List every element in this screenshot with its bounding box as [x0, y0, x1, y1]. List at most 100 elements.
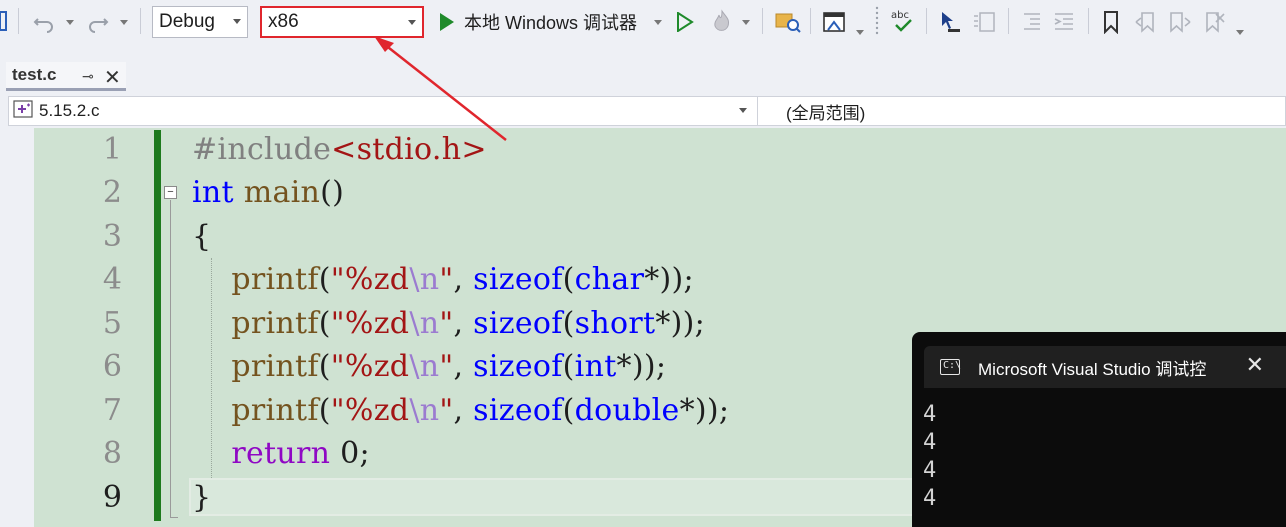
code-token: \n: [409, 262, 440, 297]
code-line[interactable]: printf("%zd\n", sizeof(short*));: [192, 306, 705, 341]
code-token: (: [562, 262, 575, 297]
window-layout-icon[interactable]: [820, 8, 848, 36]
code-token: ,: [453, 349, 474, 384]
code-token: \n: [409, 306, 440, 341]
code-line[interactable]: printf("%zd\n", sizeof(char*));: [192, 262, 694, 297]
outline-line: [170, 200, 171, 518]
code-token: "%zd: [330, 306, 410, 341]
code-line[interactable]: }: [192, 480, 211, 515]
undo-dropdown-icon[interactable]: [66, 20, 74, 25]
code-line[interactable]: printf("%zd\n", sizeof(double*));: [192, 393, 729, 428]
redo-icon[interactable]: [84, 8, 112, 36]
play-icon[interactable]: [436, 10, 458, 34]
change-tracking-bar: [154, 130, 161, 521]
line-number: 5: [102, 306, 122, 341]
code-token: #include: [192, 132, 332, 167]
navigation-bar: 5.15.2.c (全局范围): [8, 96, 1286, 126]
tab-label: test.c: [12, 65, 57, 84]
code-token: \n: [409, 349, 440, 384]
debug-console-window[interactable]: C:\ Microsoft Visual Studio 调试控 ✕: [912, 332, 1286, 527]
redo-dropdown-icon[interactable]: [120, 20, 128, 25]
configuration-select[interactable]: Debug: [152, 6, 248, 38]
console-icon: C:\: [940, 359, 961, 375]
toolbar: Debug x86 本地 Windows 调试器 abc: [0, 0, 1286, 46]
hot-reload-icon[interactable]: [708, 8, 736, 36]
previous-bookmark-icon[interactable]: [1132, 8, 1160, 36]
close-icon[interactable]: ✕: [1246, 352, 1264, 378]
code-token: *));: [655, 306, 706, 341]
collapse-icon[interactable]: −: [164, 186, 177, 199]
code-token: ": [439, 393, 454, 428]
code-token: *));: [679, 393, 730, 428]
chevron-down-icon: [739, 108, 747, 113]
editor-left-margin: [0, 128, 34, 527]
close-tab-icon[interactable]: ✕: [104, 65, 121, 90]
find-in-files-icon[interactable]: [774, 8, 802, 36]
spell-check-icon[interactable]: abc: [890, 6, 916, 36]
toolbar-overflow-icon[interactable]: [1236, 30, 1244, 35]
scope-select[interactable]: (全局范围): [757, 97, 1285, 125]
start-debugging-button[interactable]: 本地 Windows 调试器: [464, 8, 637, 36]
debug-target-dropdown-icon[interactable]: [654, 20, 662, 25]
code-line[interactable]: return 0;: [192, 436, 370, 471]
code-token: short: [574, 306, 656, 341]
platform-value: x86: [268, 11, 299, 32]
line-number: 7: [102, 393, 122, 428]
select-tool-icon[interactable]: [936, 8, 964, 36]
code-token: double: [574, 393, 680, 428]
code-token: sizeof: [473, 349, 563, 384]
bookmark-icon[interactable]: [1098, 8, 1124, 36]
next-bookmark-icon[interactable]: [1166, 8, 1194, 36]
decrease-indent-icon[interactable]: [1018, 8, 1046, 36]
project-file-select[interactable]: 5.15.2.c: [9, 97, 749, 125]
code-token: (: [562, 349, 575, 384]
solution-explorer-icon[interactable]: [0, 10, 8, 32]
console-output-line: 4: [923, 430, 937, 455]
code-token: "%zd: [330, 349, 410, 384]
chevron-down-icon: [408, 20, 416, 25]
code-token: char: [574, 262, 645, 297]
code-token: sizeof: [473, 393, 563, 428]
hot-reload-dropdown-icon[interactable]: [742, 20, 750, 25]
code-token: printf: [231, 349, 319, 384]
platform-select[interactable]: x86: [260, 6, 424, 38]
code-token: ": [439, 349, 454, 384]
code-line[interactable]: int main(): [192, 175, 344, 210]
clear-bookmarks-icon[interactable]: [1200, 8, 1228, 36]
pin-icon[interactable]: ⊸: [82, 68, 94, 85]
start-without-debugging-icon[interactable]: [674, 10, 696, 34]
tab-test-c[interactable]: test.c ⊸ ✕: [6, 62, 126, 91]
code-token: printf: [231, 306, 319, 341]
code-token: (: [562, 306, 575, 341]
code-token: printf: [231, 262, 319, 297]
code-token: sizeof: [473, 306, 563, 341]
code-token: }: [192, 480, 212, 515]
code-token: ;: [359, 436, 370, 471]
window-layout-dropdown-icon[interactable]: [856, 30, 864, 35]
code-line[interactable]: #include<stdio.h>: [192, 132, 487, 167]
grip-icon: [872, 4, 882, 38]
code-token: *));: [644, 262, 694, 297]
console-title-bar[interactable]: C:\ Microsoft Visual Studio 调试控 ✕: [924, 346, 1286, 388]
code-line[interactable]: {: [192, 219, 211, 254]
code-token: {: [192, 219, 212, 254]
code-token: int: [574, 349, 617, 384]
code-token: ,: [453, 306, 474, 341]
svg-text:abc: abc: [891, 10, 909, 21]
code-token: *));: [616, 349, 667, 384]
code-line[interactable]: printf("%zd\n", sizeof(int*));: [192, 349, 666, 384]
code-token: <stdio.h>: [331, 132, 487, 167]
code-token: ,: [453, 393, 474, 428]
scope-value: (全局范围): [786, 103, 866, 123]
block-comment-icon[interactable]: [970, 8, 998, 36]
undo-icon[interactable]: [30, 8, 58, 36]
code-token: return: [231, 436, 331, 471]
increase-indent-icon[interactable]: [1050, 8, 1078, 36]
